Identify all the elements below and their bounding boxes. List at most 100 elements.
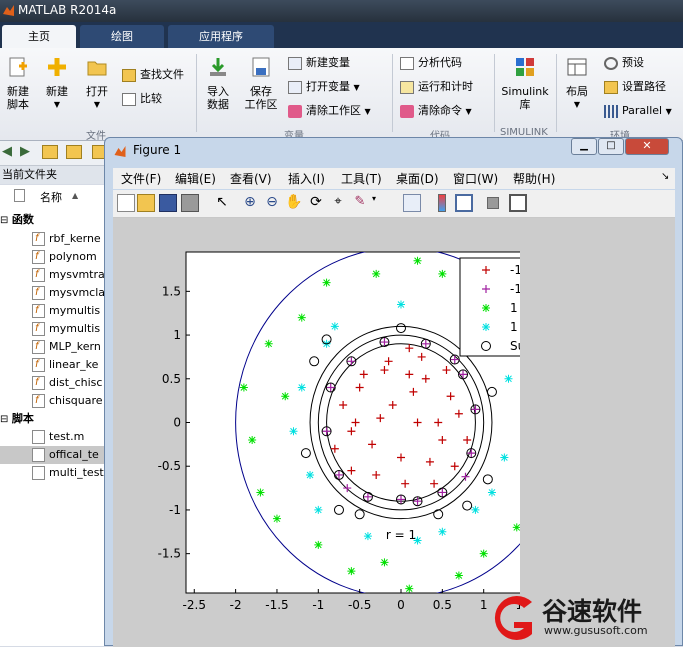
chevron-down-icon: ▼ <box>53 100 61 109</box>
analyze-code-button[interactable]: 分析代码 <box>400 54 462 72</box>
collapse-icon: ⊟ <box>0 414 9 425</box>
data-point <box>330 322 339 331</box>
minimize-button[interactable]: ▁ <box>571 138 597 155</box>
legend-entry: -1 (classified) <box>510 282 520 296</box>
function-file-icon <box>32 392 45 410</box>
maximize-icon: □ <box>606 140 616 151</box>
function-file-icon <box>32 248 45 266</box>
function-file-icon <box>32 320 45 338</box>
compare-button[interactable]: 比较 <box>122 90 162 108</box>
simulink-library-button[interactable]: Simulink 库 <box>498 56 552 111</box>
group-scripts-label: 脚本 <box>11 412 34 425</box>
import-data-button[interactable]: 导入 数据 <box>200 56 236 111</box>
data-point <box>289 427 298 436</box>
data-point <box>306 470 315 479</box>
y-tick-label: -0.5 <box>158 459 181 473</box>
window-title-bar: MATLAB R2014a <box>0 0 683 22</box>
preferences-button[interactable]: 预设 <box>604 54 644 72</box>
data-point <box>248 435 257 444</box>
data-point <box>272 514 281 523</box>
simulink-label: Simulink 库 <box>501 85 549 111</box>
matlab-logo-icon <box>3 5 14 16</box>
back-arrow-icon[interactable]: ◀ <box>2 144 12 159</box>
window-title: MATLAB R2014a <box>18 3 117 17</box>
open-label: 打开 <box>86 85 108 98</box>
data-point <box>297 383 306 392</box>
data-point <box>239 383 248 392</box>
find-files-button[interactable]: 查找文件 <box>122 66 184 84</box>
open-button[interactable]: 打开 ▼ <box>80 56 114 111</box>
data-point <box>281 392 290 401</box>
run-and-time-icon <box>400 80 414 94</box>
minimize-icon: ▁ <box>580 140 588 151</box>
open-variable-button[interactable]: 打开变量 ▼ <box>288 78 360 96</box>
y-tick-label: -1.5 <box>158 547 181 561</box>
data-point <box>500 453 509 462</box>
compare-icon <box>122 92 136 106</box>
data-point <box>397 300 405 309</box>
new-script-button[interactable]: 新建 脚本 <box>2 56 34 111</box>
y-tick-label: 0.5 <box>162 372 181 386</box>
layout-button[interactable]: 布局 ▼ <box>560 56 594 111</box>
function-file-icon <box>32 338 45 356</box>
tab-home[interactable]: 主页 <box>2 25 76 48</box>
import-icon <box>210 58 226 76</box>
find-files-label: 查找文件 <box>140 68 184 81</box>
new-button[interactable]: 新建 ▼ <box>40 56 74 111</box>
tab-apps[interactable]: 应用程序 <box>168 25 274 48</box>
x-tick-label: -0.5 <box>348 598 371 612</box>
chevron-down-icon: ▼ <box>573 100 581 109</box>
dock-arrow-icon[interactable]: ↘ <box>661 171 669 182</box>
scatter-chart[interactable]: -2.5-2-1.5-1-0.500.511.522.5-1.5-1-0.500… <box>80 114 520 614</box>
new-variable-button[interactable]: 新建变量 <box>288 54 350 72</box>
x-tick-label: -2 <box>230 598 242 612</box>
collapse-icon: ⊟ <box>0 215 9 226</box>
close-button[interactable]: ✕ <box>625 138 669 155</box>
save-workspace-button[interactable]: 保存 工作区 <box>242 56 280 111</box>
data-point <box>297 313 306 322</box>
y-tick-label: -1 <box>169 503 181 517</box>
up-folder-icon[interactable] <box>42 145 58 159</box>
data-point <box>314 540 323 549</box>
plus-icon <box>48 58 66 76</box>
function-file-icon <box>32 266 45 284</box>
data-point <box>504 374 513 383</box>
data-point <box>471 505 480 514</box>
close-icon: ✕ <box>642 139 652 152</box>
import-data-label: 导入 数据 <box>207 85 229 111</box>
group-separator <box>556 54 557 132</box>
new-variable-label: 新建变量 <box>306 56 350 69</box>
legend-entry: Support Vectors <box>510 339 520 353</box>
data-point <box>413 256 422 265</box>
name-column-label: 名称 <box>40 191 62 204</box>
script-file-icon <box>32 448 45 462</box>
data-point <box>512 523 520 532</box>
y-tick-label: 1 <box>173 328 181 342</box>
watermark: 谷速软件 www.gususoft.com <box>488 590 683 646</box>
chevron-down-icon: ▼ <box>93 100 101 109</box>
new-script-icon <box>9 57 27 77</box>
new-variable-icon <box>288 56 302 70</box>
forward-arrow-icon[interactable]: ▶ <box>20 144 30 159</box>
folder-icon <box>604 80 618 94</box>
maximize-button[interactable]: □ <box>598 138 624 155</box>
data-point <box>264 339 273 348</box>
parallel-label: Parallel <box>622 104 663 117</box>
set-path-button[interactable]: 设置路径 <box>604 78 666 96</box>
data-point <box>372 269 381 278</box>
watermark-brand: 谷速软件 <box>542 597 643 626</box>
gususoft-logo-icon <box>494 596 532 640</box>
annotation-label: r = 1 <box>386 528 416 542</box>
legend-entry: 1 (classified) <box>510 320 520 334</box>
open-variable-label: 打开变量 <box>306 80 350 93</box>
save-workspace-label: 保存 工作区 <box>244 85 278 111</box>
legend-entry: -1 (training) <box>510 263 520 277</box>
run-and-time-button[interactable]: 运行和计时 <box>400 78 473 96</box>
data-point <box>438 527 447 536</box>
compare-label: 比较 <box>140 92 162 105</box>
x-tick-label: 0 <box>397 598 405 612</box>
data-point <box>487 488 496 497</box>
tab-plots[interactable]: 绘图 <box>80 25 164 48</box>
data-point <box>322 278 331 287</box>
parallel-button[interactable]: Parallel ▼ <box>604 102 672 120</box>
